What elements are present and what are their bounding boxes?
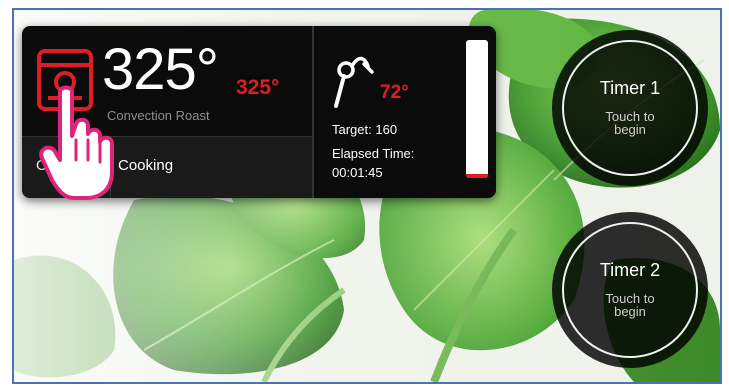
probe-target: Target: 160	[332, 122, 398, 137]
hand-pointer-icon	[39, 85, 114, 200]
timer-1-button[interactable]: Timer 1 Touch to begin	[552, 30, 708, 186]
timer-1-hint: Touch to begin	[590, 110, 670, 136]
timer-1-ring	[562, 40, 698, 176]
timer-2-title: Timer 2	[599, 260, 661, 280]
timer-1-hint-line2: begin	[614, 122, 646, 137]
timer-2-ring	[562, 222, 698, 358]
elapsed-time-label: Elapsed Time:	[332, 146, 415, 161]
probe-progress-gauge	[466, 40, 488, 178]
timer-1-title: Timer 1	[599, 78, 661, 98]
probe-temperature: 72°	[380, 82, 409, 103]
oven-set-temperature: 325°	[236, 76, 280, 99]
timer-2-hint-line2: begin	[614, 304, 646, 319]
probe-icon	[334, 56, 374, 108]
timer-2-button[interactable]: Timer 2 Touch to begin	[552, 212, 708, 368]
probe-progress-fill	[466, 173, 488, 178]
timer-2-hint: Touch to begin	[590, 292, 670, 318]
screen-frame: 325° 325° Convection Roast O Cooking 72°…	[12, 8, 722, 384]
elapsed-time-value: 00:01:45	[332, 165, 383, 180]
panel-divider	[312, 26, 314, 198]
